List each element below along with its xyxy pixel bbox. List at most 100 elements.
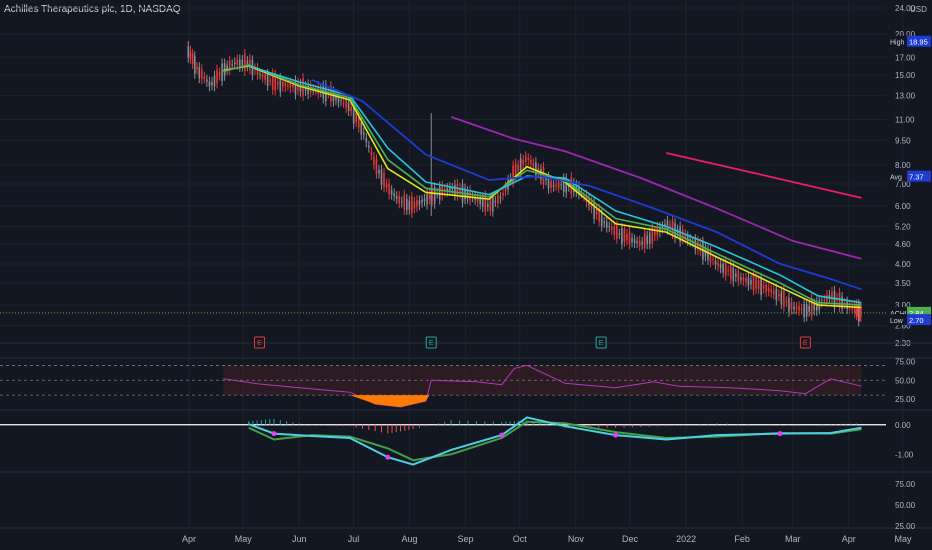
candle-body xyxy=(853,304,856,313)
price-chart[interactable]: Apr May Jun Jul Aug Sep Oct Nov Dec 2022 Feb Mar Apr… xyxy=(0,0,932,550)
candle-body xyxy=(233,62,236,65)
candle-body xyxy=(522,159,525,165)
candle-body xyxy=(560,184,562,186)
candle-body xyxy=(196,66,198,70)
x-tick-label: Aug xyxy=(402,534,418,544)
candle-body xyxy=(767,288,770,292)
candle-body xyxy=(722,263,724,273)
earnings-marker-label: E xyxy=(429,340,434,347)
candle-body xyxy=(362,132,365,135)
x-tick-label: Apr xyxy=(842,534,856,544)
candle-body xyxy=(340,100,342,102)
x-tick-label: Oct xyxy=(513,534,528,544)
candle-body xyxy=(502,192,504,196)
candle-body xyxy=(621,227,623,245)
y-tick-label: 3.50 xyxy=(895,279,911,288)
candle-body xyxy=(654,231,656,236)
candle-body xyxy=(823,299,826,301)
candle-body xyxy=(276,82,279,85)
price-label-name: Low xyxy=(890,318,904,325)
candle-body xyxy=(603,221,606,223)
candle-body xyxy=(613,226,616,235)
candle-body xyxy=(454,184,456,196)
candle-body xyxy=(778,293,780,297)
earnings-marker-label: E xyxy=(257,340,262,347)
candle-body xyxy=(499,197,502,199)
candle-body xyxy=(403,194,406,210)
candle-body xyxy=(618,233,621,235)
macd-cross-dot xyxy=(777,431,783,437)
candle-body xyxy=(757,280,760,289)
candle-body xyxy=(552,185,555,187)
candle-body xyxy=(481,199,484,207)
candle-body xyxy=(783,290,785,307)
candle-body xyxy=(198,67,201,79)
candle-body xyxy=(213,75,216,87)
candle-body xyxy=(428,194,431,200)
candle-body xyxy=(279,78,282,92)
candle-body xyxy=(724,261,727,276)
candle-body xyxy=(238,59,241,68)
candle-body xyxy=(350,106,352,112)
candle-body xyxy=(600,213,603,227)
candle-body xyxy=(524,156,527,162)
candle-body xyxy=(416,200,418,208)
candle-body xyxy=(411,196,413,214)
candle-body xyxy=(211,82,213,86)
price-label-value: 2.70 xyxy=(909,316,924,325)
candle-body xyxy=(750,279,752,285)
x-tick-label: 2022 xyxy=(676,534,696,544)
candle-body xyxy=(266,73,269,86)
x-tick-label: Nov xyxy=(568,534,585,544)
candle-body xyxy=(347,102,350,111)
candle-body xyxy=(555,184,557,186)
candle-body xyxy=(395,196,398,199)
macd-cross-dot xyxy=(613,432,619,438)
candle-body xyxy=(800,308,803,310)
x-tick-label: May xyxy=(235,534,253,544)
candle-body xyxy=(383,173,385,188)
candle-body xyxy=(648,232,651,245)
price-label-name: High xyxy=(890,40,905,47)
candle-body xyxy=(201,69,203,80)
candle-body xyxy=(631,237,633,243)
y-tick-label: 9.50 xyxy=(895,136,911,145)
candle-body xyxy=(527,158,530,161)
candle-body xyxy=(608,226,611,228)
candle-body xyxy=(206,79,208,82)
price-label-low: Low 2.70 xyxy=(888,314,931,326)
candle-body xyxy=(742,277,745,281)
candle-body xyxy=(610,227,613,230)
candle-body xyxy=(191,53,194,65)
candle-body xyxy=(269,80,271,82)
candle-body xyxy=(740,277,742,280)
candle-body xyxy=(492,196,494,212)
candle-body xyxy=(795,307,798,310)
candle-body xyxy=(390,190,393,195)
candle-body xyxy=(456,183,459,196)
candle-body xyxy=(342,101,345,103)
candle-body xyxy=(785,301,788,303)
candle-body xyxy=(813,303,816,311)
candle-body xyxy=(628,231,631,245)
candle-body xyxy=(284,82,287,87)
candle-body xyxy=(514,163,517,177)
candle-body xyxy=(497,194,499,204)
price-label-name: Avg xyxy=(890,175,902,182)
candle-body xyxy=(259,73,261,75)
candle-body xyxy=(707,249,709,260)
candle-body xyxy=(765,284,767,292)
moving-average-line-1 xyxy=(223,65,862,309)
candle-body xyxy=(378,170,380,174)
candle-body xyxy=(489,198,492,211)
candle-body xyxy=(709,250,712,263)
candle-body xyxy=(626,233,628,241)
y-tick-label: 11.00 xyxy=(895,115,915,124)
candle-body xyxy=(231,64,234,66)
candle-body xyxy=(218,72,221,76)
candle-body xyxy=(788,297,790,312)
candle-body xyxy=(406,198,408,210)
candle-body xyxy=(593,201,595,219)
candle-body xyxy=(605,221,608,228)
candle-body xyxy=(360,122,363,135)
